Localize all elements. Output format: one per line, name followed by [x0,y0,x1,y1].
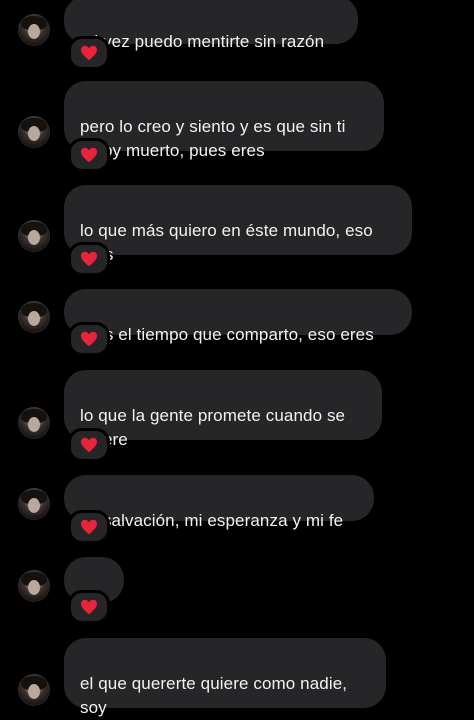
avatar[interactable] [18,220,50,252]
avatar[interactable] [18,116,50,148]
message-bubble[interactable]: lo que más quiero en éste mundo, eso ere… [64,185,412,264]
red-heart-icon [80,251,98,267]
message-bubble[interactable]: eres el tiempo que comparto, eso eres [64,289,412,344]
red-heart-icon [80,45,98,61]
reaction-badge[interactable] [68,590,110,624]
reaction-badge[interactable] [68,138,110,172]
red-heart-icon [80,599,98,615]
avatar[interactable] [18,570,50,602]
message-text: lo que más quiero en éste mundo, eso ere… [80,221,373,264]
red-heart-icon [80,331,98,347]
reaction-badge[interactable] [68,242,110,276]
red-heart-icon [80,437,98,453]
reaction-badge[interactable] [68,428,110,462]
reaction-badge[interactable] [68,510,110,544]
avatar[interactable] [18,407,50,439]
avatar[interactable] [18,674,50,706]
message-text: pero lo creo y siento y es que sin ti es… [80,117,346,160]
message-text: mi salvación, mi esperanza y mi fe [80,511,344,530]
message-text: eres el tiempo que comparto, eso eres [80,325,374,344]
avatar[interactable] [18,301,50,333]
message-text: el que quererte quiere como nadie, soy [80,674,348,717]
message-bubble[interactable]: el que quererte quiere como nadie, soy [64,638,386,717]
message-bubble[interactable]: mi salvación, mi esperanza y mi fe [64,475,374,530]
reaction-badge[interactable] [68,36,110,70]
reaction-badge[interactable] [68,322,110,356]
message-bubble[interactable]: lo que la gente promete cuando se quiere [64,370,382,449]
avatar[interactable] [18,488,50,520]
message-bubble[interactable]: tal vez puedo mentirte sin razón [64,0,358,51]
message-text: tal vez puedo mentirte sin razón [80,32,325,51]
message-bubble[interactable]: pero lo creo y siento y es que sin ti es… [64,81,384,160]
message-text: lo que la gente promete cuando se quiere [80,406,346,449]
red-heart-icon [80,147,98,163]
red-heart-icon [80,519,98,535]
avatar[interactable] [18,14,50,46]
